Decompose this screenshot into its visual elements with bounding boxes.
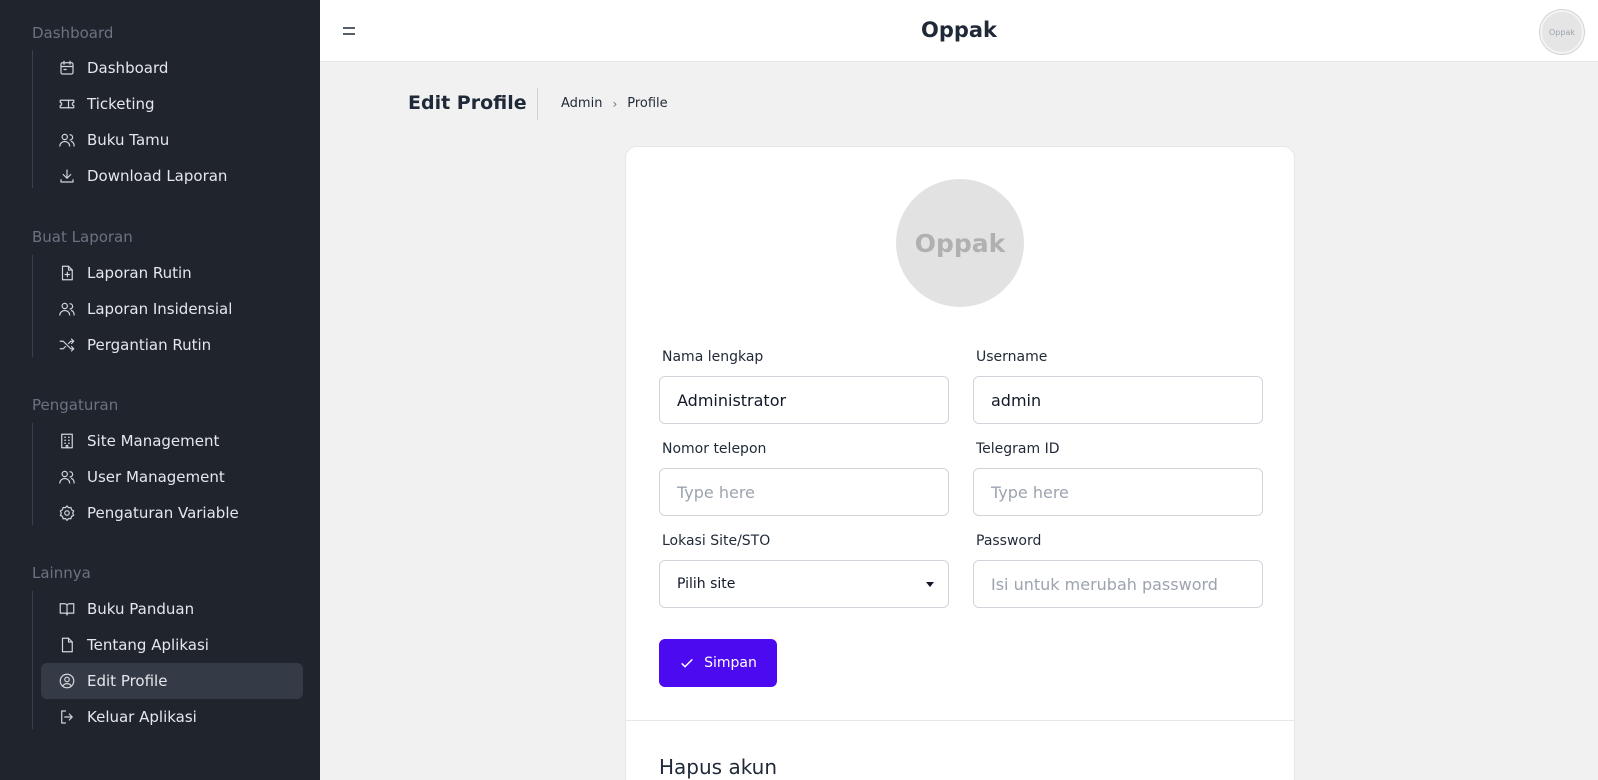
- sidebar-item-user-management[interactable]: User Management: [41, 459, 303, 495]
- save-button[interactable]: Simpan: [659, 639, 777, 687]
- sidebar-item-label: Buku Tamu: [87, 131, 170, 149]
- users-icon: [57, 467, 77, 487]
- save-button-label: Simpan: [704, 655, 757, 671]
- username-label: Username: [976, 349, 1048, 365]
- sidebar-item-label: Pergantian Rutin: [87, 336, 212, 354]
- nomor-telepon-label: Nomor telepon: [662, 441, 767, 457]
- nama-lengkap-label: Nama lengkap: [662, 349, 764, 365]
- page-title: Edit Profile: [408, 92, 527, 114]
- profile-avatar[interactable]: Oppak: [896, 179, 1024, 307]
- card-divider: [626, 720, 1294, 721]
- sidebar-group-buat-laporan: Laporan Rutin Laporan Insidensial Pergan…: [32, 255, 302, 357]
- book-icon: [57, 599, 77, 619]
- sidebar-group-dashboard: Dashboard Ticketing Buku Tamu Download L…: [32, 50, 302, 188]
- sidebar-item-buku-panduan[interactable]: Buku Panduan: [41, 591, 303, 627]
- users-icon: [57, 130, 77, 150]
- sidebar-item-label: Laporan Insidensial: [87, 300, 233, 318]
- caret-down-icon: [926, 581, 934, 587]
- profile-card: Oppak Nama lengkap Administrator Usernam…: [625, 146, 1295, 780]
- sidebar-item-dashboard[interactable]: Dashboard: [41, 50, 303, 86]
- calendar-icon: [57, 58, 77, 78]
- breadcrumb-profile: Profile: [627, 96, 668, 111]
- sidebar-item-label: Pengaturan Variable: [87, 504, 239, 522]
- users-icon: [57, 299, 77, 319]
- sidebar-item-label: Laporan Rutin: [87, 264, 192, 282]
- lokasi-site-select[interactable]: Pilih site: [659, 560, 949, 608]
- sidebar-item-label: Keluar Aplikasi: [87, 708, 197, 726]
- sidebar: Dashboard Dashboard Ticketing Buku Tamu …: [0, 0, 320, 780]
- telegram-id-label: Telegram ID: [976, 441, 1060, 457]
- sidebar-item-pergantian-rutin[interactable]: Pergantian Rutin: [41, 327, 303, 363]
- sidebar-item-buku-tamu[interactable]: Buku Tamu: [41, 122, 303, 158]
- sidebar-item-label: Tentang Aplikasi: [87, 636, 209, 654]
- breadcrumb-admin[interactable]: Admin: [561, 96, 602, 111]
- sidebar-section-title-lainnya: Lainnya: [32, 564, 91, 582]
- chevron-right-icon: ›: [612, 96, 618, 111]
- sidebar-item-tentang-aplikasi[interactable]: Tentang Aplikasi: [41, 627, 303, 663]
- username-field[interactable]: admin: [973, 376, 1263, 424]
- avatar[interactable]: Oppak: [1540, 10, 1584, 54]
- password-label: Password: [976, 533, 1042, 549]
- gear-icon: [57, 503, 77, 523]
- file-icon: [57, 635, 77, 655]
- sidebar-item-label: Download Laporan: [87, 167, 228, 185]
- download-icon: [57, 166, 77, 186]
- nama-lengkap-field[interactable]: Administrator: [659, 376, 949, 424]
- sidebar-item-label: Edit Profile: [87, 672, 168, 690]
- hapus-akun-heading: Hapus akun: [659, 755, 778, 779]
- nomor-telepon-field[interactable]: Type here: [659, 468, 949, 516]
- breadcrumb: Admin › Profile: [561, 96, 668, 111]
- sidebar-section-title-buat-laporan: Buat Laporan: [32, 228, 133, 246]
- sidebar-item-label: Dashboard: [87, 59, 169, 77]
- app-title: Oppak: [920, 18, 998, 42]
- shuffle-icon: [57, 335, 77, 355]
- sidebar-section-title-dashboard: Dashboard: [32, 24, 114, 42]
- check-icon: [681, 658, 693, 668]
- user-circle-icon: [57, 671, 77, 691]
- sidebar-item-laporan-rutin[interactable]: Laporan Rutin: [41, 255, 303, 291]
- sidebar-item-label: Buku Panduan: [87, 600, 195, 618]
- sidebar-section-title-pengaturan: Pengaturan: [32, 396, 119, 414]
- logout-icon: [57, 707, 77, 727]
- sidebar-item-label: Ticketing: [87, 95, 155, 113]
- file-plus-icon: [57, 263, 77, 283]
- sidebar-item-edit-profile[interactable]: Edit Profile: [41, 663, 303, 699]
- lokasi-site-value: Pilih site: [677, 576, 736, 592]
- sidebar-group-pengaturan: Site Management User Management Pengatur…: [32, 423, 302, 525]
- sidebar-item-label: User Management: [87, 468, 225, 486]
- ticket-icon: [57, 94, 77, 114]
- sidebar-item-laporan-insidensial[interactable]: Laporan Insidensial: [41, 291, 303, 327]
- building-icon: [57, 431, 77, 451]
- telegram-id-field[interactable]: Type here: [973, 468, 1263, 516]
- sidebar-item-keluar-aplikasi[interactable]: Keluar Aplikasi: [41, 699, 303, 735]
- sidebar-item-label: Site Management: [87, 432, 220, 450]
- sidebar-group-lainnya: Buku Panduan Tentang Aplikasi Edit Profi…: [32, 591, 303, 729]
- sidebar-item-download-laporan[interactable]: Download Laporan: [41, 158, 303, 194]
- lokasi-site-label: Lokasi Site/STO: [662, 533, 771, 549]
- header-divider: [537, 88, 538, 120]
- sidebar-item-site-management[interactable]: Site Management: [41, 423, 303, 459]
- topbar: Oppak Oppak: [320, 0, 1598, 62]
- sidebar-item-ticketing[interactable]: Ticketing: [41, 86, 303, 122]
- password-field[interactable]: Isi untuk merubah password: [973, 560, 1263, 608]
- sidebar-item-pengaturan-variable[interactable]: Pengaturan Variable: [41, 495, 303, 531]
